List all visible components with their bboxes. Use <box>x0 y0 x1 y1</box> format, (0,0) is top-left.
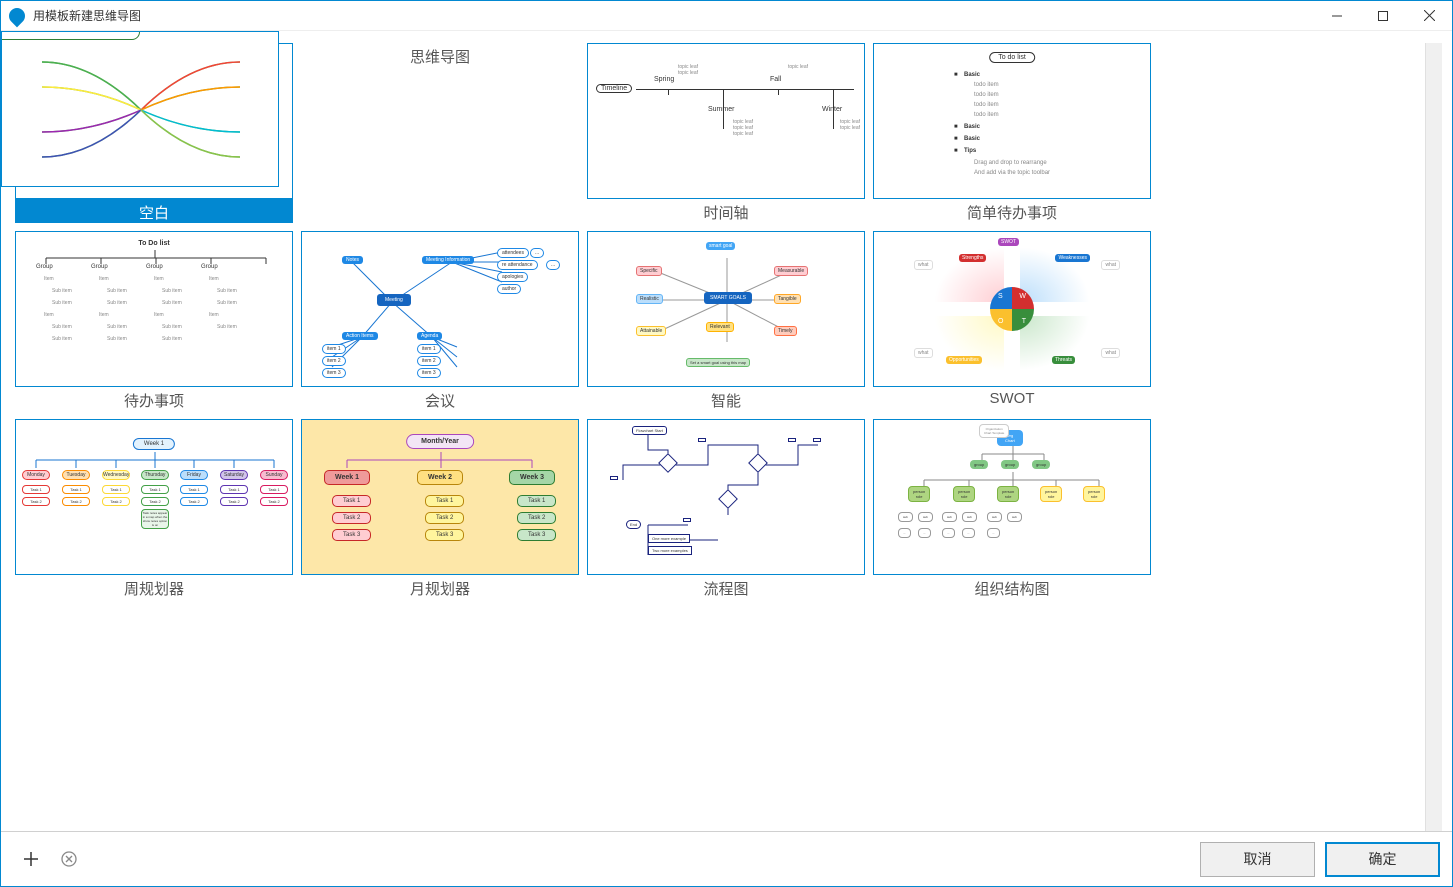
template-intel[interactable]: smart goal SMART GOALS Specific Realisti… <box>587 231 865 411</box>
close-icon <box>1424 10 1435 21</box>
content-area: 空白 Central theme 思维导图 Timeline Spring Su… <box>1 31 1452 831</box>
template-simple-todo-label: 简单待办事项 <box>873 199 1151 223</box>
app-icon <box>6 4 29 27</box>
mindmap-center-node: Central theme <box>1 31 140 40</box>
template-mindmap[interactable]: Central theme 思维导图 <box>301 43 579 223</box>
window-controls <box>1314 1 1452 31</box>
delete-circle-icon <box>61 851 77 867</box>
template-mindmap-thumb: Central theme <box>1 31 279 187</box>
dialog-window: 用模板新建思维导图 空白 Central <box>0 0 1453 887</box>
template-meeting-thumb: Meeting Notes Meeting Information Action… <box>301 231 579 387</box>
template-todo[interactable]: To Do list GroupItemSub itemSub itemItem… <box>15 231 293 411</box>
template-flowchart-thumb: Flowchart Start End One more example Two… <box>587 419 865 575</box>
template-timeline[interactable]: Timeline Spring Summer Fall Winter topic… <box>587 43 865 223</box>
template-meeting-label: 会议 <box>301 387 579 411</box>
close-button[interactable] <box>1406 1 1452 31</box>
template-orgchart-thumb: OrgChart group group group personrole pe… <box>873 419 1151 575</box>
minimize-button[interactable] <box>1314 1 1360 31</box>
delete-template-button[interactable] <box>59 849 79 869</box>
template-timeline-label: 时间轴 <box>587 199 865 223</box>
template-intel-thumb: smart goal SMART GOALS Specific Realisti… <box>587 231 865 387</box>
template-timeline-thumb: Timeline Spring Summer Fall Winter topic… <box>587 43 865 199</box>
template-simple-todo-thumb: To do list ■Basic todo itemtodo itemtodo… <box>873 43 1151 199</box>
template-orgchart[interactable]: OrgChart group group group personrole pe… <box>873 419 1151 599</box>
template-intel-label: 智能 <box>587 387 865 411</box>
template-todo-label: 待办事项 <box>15 387 293 411</box>
plus-icon <box>23 851 39 867</box>
template-week-planner-label: 周规划器 <box>15 575 293 599</box>
template-swot[interactable]: SWOT Strengths Weaknesses Opportunities … <box>873 231 1151 411</box>
template-swot-thumb: SWOT Strengths Weaknesses Opportunities … <box>873 231 1151 387</box>
template-month-planner-thumb: Month/Year Week 1 Task 1Task 2Task 3 Wee… <box>301 419 579 575</box>
template-mindmap-label: 思维导图 <box>301 43 579 67</box>
template-blank-label: 空白 <box>15 199 293 223</box>
template-grid: 空白 Central theme 思维导图 Timeline Spring Su… <box>15 43 1425 831</box>
minimize-icon <box>1332 11 1342 21</box>
template-month-planner-label: 月规划器 <box>301 575 579 599</box>
maximize-button[interactable] <box>1360 1 1406 31</box>
window-title: 用模板新建思维导图 <box>33 7 1314 24</box>
vertical-scrollbar[interactable] <box>1425 43 1442 831</box>
template-simple-todo[interactable]: To do list ■Basic todo itemtodo itemtodo… <box>873 43 1151 223</box>
template-orgchart-label: 组织结构图 <box>873 575 1151 599</box>
template-swot-label: SWOT <box>873 387 1151 411</box>
template-month-planner[interactable]: Month/Year Week 1 Task 1Task 2Task 3 Wee… <box>301 419 579 599</box>
add-template-button[interactable] <box>21 849 41 869</box>
template-flowchart-label: 流程图 <box>587 575 865 599</box>
cancel-button[interactable]: 取消 <box>1200 842 1315 877</box>
titlebar: 用模板新建思维导图 <box>1 1 1452 31</box>
template-week-planner[interactable]: Week 1 Monday Task 1Task 2 Tuesday Task … <box>15 419 293 599</box>
template-meeting[interactable]: Meeting Notes Meeting Information Action… <box>301 231 579 411</box>
ok-button[interactable]: 确定 <box>1325 842 1440 877</box>
maximize-icon <box>1378 11 1388 21</box>
template-flowchart[interactable]: Flowchart Start End One more example Two… <box>587 419 865 599</box>
template-week-planner-thumb: Week 1 Monday Task 1Task 2 Tuesday Task … <box>15 419 293 575</box>
dialog-footer: 取消 确定 <box>1 831 1452 886</box>
template-todo-thumb: To Do list GroupItemSub itemSub itemItem… <box>15 231 293 387</box>
